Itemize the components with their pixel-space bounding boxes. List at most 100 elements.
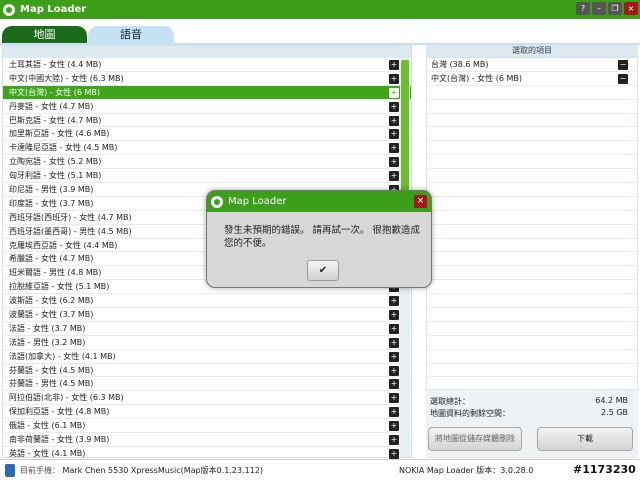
dialog-title-bar: Map Loader (207, 191, 431, 212)
restore-button[interactable]: ❐ (608, 2, 622, 15)
empty-row (427, 350, 637, 364)
window-title: Map Loader (20, 4, 87, 15)
tab-bar: 地圖 語音 (0, 19, 640, 44)
add-icon[interactable]: + (389, 393, 399, 404)
voice-label: 西班牙語(西班牙) - 女性 (4.7 MB) (9, 212, 132, 222)
free-space-row: 地圖資料的剩餘空間： 2.5 GB (430, 408, 628, 420)
add-icon[interactable]: + (389, 421, 399, 432)
add-icon[interactable]: + (389, 379, 399, 390)
voice-label: 芬蘭語 - 女性 (4.5 MB) (9, 365, 94, 375)
add-icon[interactable]: + (389, 129, 399, 140)
voice-row[interactable]: 法語(加拿大) - 女性 (4.1 MB) + (3, 350, 411, 364)
minimize-button[interactable]: – (592, 2, 606, 15)
selected-items-header: 選取的項目 (426, 45, 638, 57)
voice-row[interactable]: 保加利亞語 - 女性 (4.8 MB) + (3, 405, 411, 420)
voice-row[interactable]: 丹麥語 - 女性 (4.7 MB) + (3, 100, 411, 114)
phone-icon (5, 463, 15, 477)
voice-row[interactable]: 巴斯克語 - 女性 (4.7 MB) + (3, 114, 411, 128)
current-phone: 目前手機： Mark Chen 5530 XpressMusic(Map版本0.… (20, 465, 263, 476)
app-logo-icon (3, 3, 15, 16)
dialog-title: Map Loader (228, 196, 287, 207)
voice-row[interactable]: 土耳其語 - 女性 (4.4 MB) + (3, 58, 411, 72)
total-size-label: 選取總計： (430, 397, 470, 406)
remove-maps-button[interactable]: 將地圖從儲存媒體刪除 (428, 427, 522, 451)
voice-row[interactable]: 法語 - 女性 (3.7 MB) + (3, 322, 411, 336)
dialog-close-button[interactable]: × (414, 195, 427, 208)
voice-row[interactable]: 芬蘭語 - 男性 (4.5 MB) + (3, 377, 411, 392)
close-button[interactable]: × (624, 2, 638, 15)
empty-row (427, 155, 637, 170)
voice-row[interactable]: 中文(中國大陸) - 女性 (6.3 MB) + (3, 72, 411, 86)
add-icon[interactable]: + (389, 115, 399, 126)
selected-item-row[interactable]: 台灣 (38.6 MB) − (427, 58, 637, 72)
add-icon[interactable]: + (389, 407, 399, 418)
add-icon[interactable]: + (389, 448, 399, 459)
voice-row[interactable]: 法語 - 男性 (3.2 MB) + (3, 336, 411, 350)
tab-voices[interactable]: 語音 (88, 26, 174, 44)
checkmark-icon: ✔ (318, 265, 328, 276)
add-icon[interactable]: + (389, 365, 399, 376)
voice-label: 加里斯亞語 - 女性 (4.6 MB) (9, 129, 110, 139)
tab-maps[interactable]: 地圖 (2, 26, 87, 44)
remove-icon[interactable]: − (618, 73, 628, 84)
empty-row (427, 266, 637, 281)
add-icon[interactable]: + (389, 310, 399, 321)
empty-row (427, 336, 637, 350)
voice-label: 保加利亞語 - 女性 (4.8 MB) (9, 407, 110, 417)
dialog-ok-button[interactable]: ✔ (307, 260, 339, 281)
add-icon[interactable]: + (389, 143, 399, 154)
selected-item-label: 台灣 (38.6 MB) (431, 59, 489, 69)
empty-row (427, 100, 637, 114)
voice-label: 中文(台灣) - 女性 (6 MB) (9, 87, 101, 97)
voice-row[interactable]: 南非荷蘭語 - 女性 (3.9 MB) + (3, 433, 411, 447)
voice-row[interactable]: 卡達隆尼亞語 - 女性 (4.5 MB) + (3, 141, 411, 156)
empty-row (427, 225, 637, 239)
add-icon[interactable]: + (389, 337, 399, 348)
voice-row[interactable]: 加里斯亞語 - 女性 (4.6 MB) + (3, 127, 411, 142)
free-space-value: 2.5 GB (601, 408, 628, 417)
selected-item-row[interactable]: 中文(台灣) - 女性 (6 MB) − (427, 72, 637, 86)
add-icon[interactable]: + (389, 435, 399, 446)
empty-row (427, 211, 637, 225)
voice-list-header (3, 46, 411, 58)
voice-row[interactable]: 阿拉伯語(北非) - 女性 (6.3 MB) + (3, 391, 411, 406)
add-icon[interactable]: + (389, 60, 399, 70)
empty-row (427, 308, 637, 322)
voice-label: 俄語 - 女性 (6.1 MB) (9, 421, 86, 431)
add-icon[interactable]: + (389, 351, 399, 362)
voice-row[interactable]: 波斯語 - 女性 (6.2 MB) + (3, 294, 411, 309)
remove-icon[interactable]: − (618, 60, 628, 70)
help-button[interactable]: ? (576, 2, 590, 15)
voice-row[interactable]: 芬蘭語 - 女性 (4.5 MB) + (3, 364, 411, 378)
add-icon[interactable]: + (389, 323, 399, 334)
dialog-logo-icon (211, 195, 223, 208)
voice-label: 拉脫維亞語 - 女性 (5.1 MB) (9, 282, 110, 292)
title-bar: Map Loader ? – ❐ × (0, 0, 640, 19)
voice-label: 印尼語 - 男性 (3.9 MB) (9, 184, 94, 194)
summary-area: 選取總計： 64.2 MB 地圖資料的剩餘空間： 2.5 GB 將地圖從儲存媒體… (426, 390, 638, 458)
voice-row[interactable]: 立陶宛語 - 女性 (5.2 MB) + (3, 155, 411, 170)
download-button[interactable]: 下載 (537, 427, 633, 451)
current-phone-value: Mark Chen 5530 XpressMusic(Map版本0.1.23.1… (62, 465, 263, 475)
add-icon[interactable]: + (389, 73, 399, 84)
voice-row[interactable]: 中文(台灣) - 女性 (6 MB) + (3, 85, 411, 100)
empty-row (427, 127, 637, 142)
window-controls: ? – ❐ × (576, 2, 638, 15)
total-size-value: 64.2 MB (595, 396, 628, 405)
voice-label: 法語 - 女性 (3.7 MB) (9, 323, 86, 333)
add-icon[interactable]: + (389, 87, 399, 98)
empty-row (427, 294, 637, 309)
voice-label: 土耳其語 - 女性 (4.4 MB) (9, 59, 102, 69)
voice-label: 丹麥語 - 女性 (4.7 MB) (9, 101, 94, 111)
voice-label: 英語 - 女性 (4.1 MB) (9, 448, 86, 458)
add-icon[interactable]: + (389, 101, 399, 112)
add-icon[interactable]: + (389, 171, 399, 182)
voice-row[interactable]: 俄語 - 女性 (6.1 MB) + (3, 419, 411, 434)
empty-row (427, 280, 637, 295)
voice-row[interactable]: 匈牙利語 - 女性 (5.1 MB) + (3, 169, 411, 184)
voice-row[interactable]: 波蘭語 - 女性 (3.7 MB) + (3, 308, 411, 322)
empty-row (427, 197, 637, 211)
voice-label: 巴斯克語 - 女性 (4.7 MB) (9, 115, 102, 125)
add-icon[interactable]: + (389, 296, 399, 307)
add-icon[interactable]: + (389, 157, 399, 168)
